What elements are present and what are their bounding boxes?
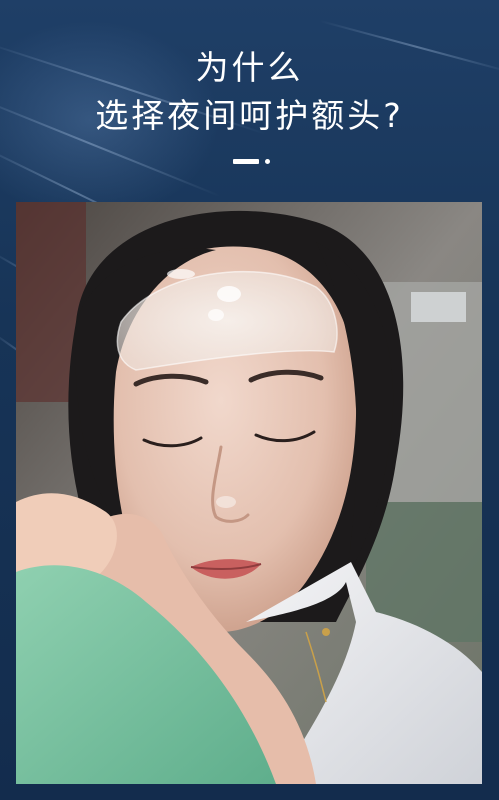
divider-bar	[233, 159, 259, 164]
title-line-2: 选择夜间呵护额头?	[95, 96, 404, 135]
page-title: 为什么 选择夜间呵护额头?	[0, 44, 499, 140]
divider-dot	[265, 159, 270, 164]
title-divider	[233, 159, 273, 164]
photo-illustration	[16, 202, 482, 784]
sleeping-woman-photo	[16, 202, 482, 784]
title-line-1: 为什么	[195, 48, 304, 87]
